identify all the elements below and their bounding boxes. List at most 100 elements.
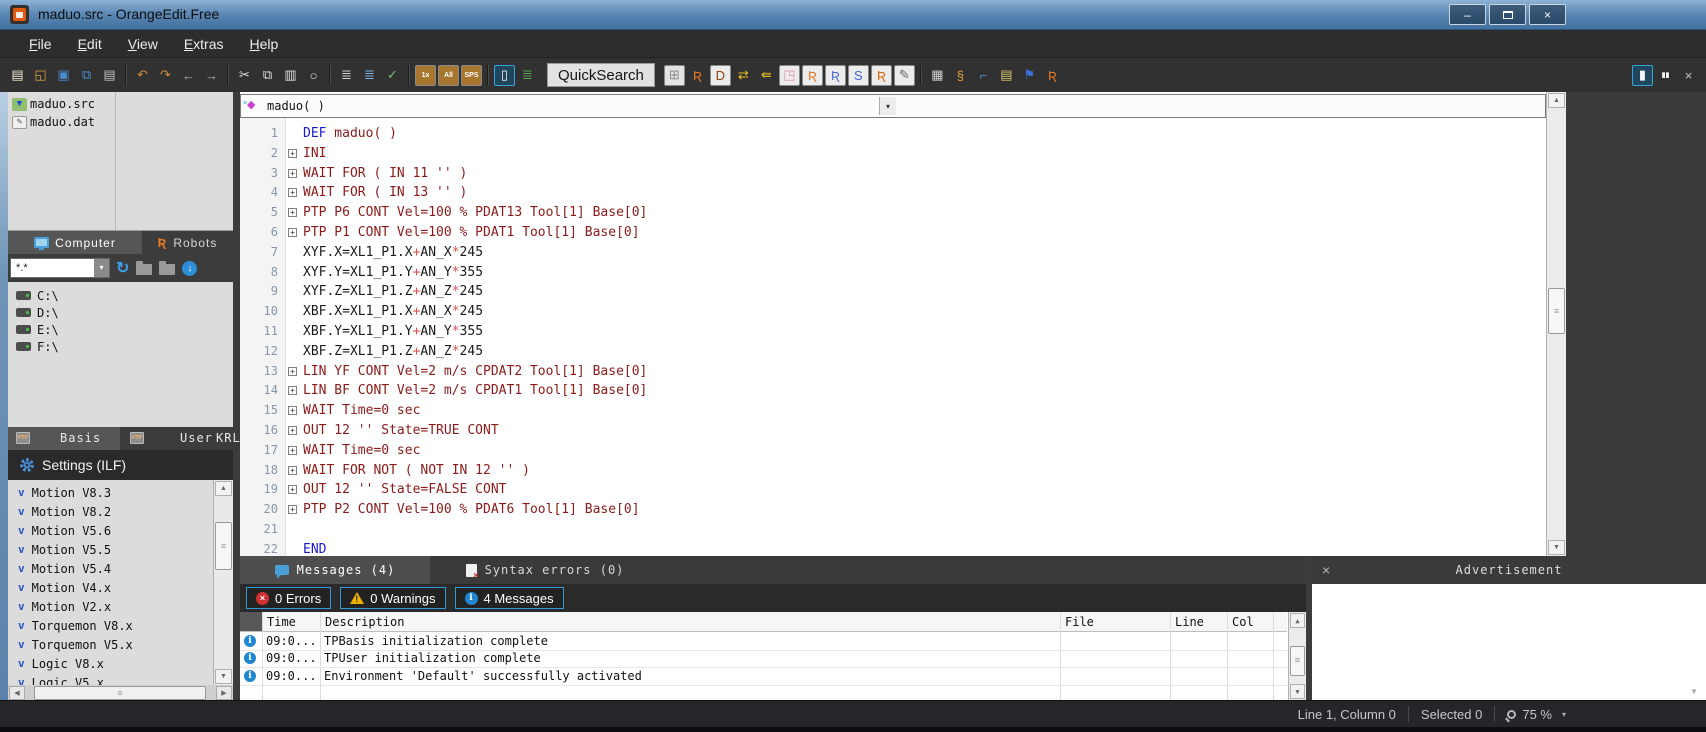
fold-toggle[interactable]: + — [288, 367, 297, 376]
menu-view[interactable]: View — [115, 32, 171, 56]
menu-help[interactable]: Help — [237, 32, 292, 56]
sps-icon[interactable]: SPS — [461, 65, 482, 86]
code-line[interactable]: 14+LIN BF CONT Vel=2 m/s CPDAT1 Tool[1] … — [240, 381, 1546, 401]
redo-icon[interactable]: ↷ — [155, 65, 176, 86]
scrollbar-thumb[interactable]: ≡ — [34, 686, 206, 700]
scroll-down-icon[interactable]: ▼ — [1548, 540, 1565, 555]
code-line[interactable]: 20+PTP P2 CONT Vel=100 % PDAT6 Tool[1] B… — [240, 500, 1546, 520]
refresh-icon[interactable]: ↻ — [116, 258, 129, 278]
fold-toggle[interactable]: + — [288, 169, 297, 178]
fold-toggle[interactable]: + — [288, 426, 297, 435]
code-line[interactable]: 17+WAIT Time=0 sec — [240, 441, 1546, 461]
code-line[interactable]: 4+WAIT FOR ( IN 13 '' ) — [240, 183, 1546, 203]
code-line[interactable]: 12XBF.Z=XL1_P1.Z+AN_Z*245 — [240, 342, 1546, 362]
scroll-down-icon[interactable]: ▼ — [1290, 684, 1305, 699]
scroll-left-icon[interactable]: ◀ — [9, 686, 25, 700]
message-row[interactable]: i09:0...Environment 'Default' successful… — [240, 667, 1287, 685]
navigate-forward-icon[interactable]: → — [201, 65, 222, 86]
minimize-button[interactable]: – — [1449, 4, 1486, 25]
tab-robots[interactable]: Ʀ Robots — [142, 231, 233, 254]
indent-icon[interactable]: ≣ — [336, 65, 357, 86]
scrollbar-thumb[interactable]: ≡ — [215, 522, 232, 570]
download-icon[interactable]: ↓ — [182, 261, 197, 276]
filter-combo[interactable]: *.* ▾ — [10, 258, 110, 278]
errors-filter-button[interactable]: × 0 Errors — [246, 587, 331, 609]
zoom-level[interactable]: 75 % — [1522, 707, 1552, 722]
column-header-file[interactable]: File — [1060, 612, 1170, 632]
robot-doc-green-icon[interactable]: Ʀ — [802, 65, 823, 86]
fold-toggle[interactable]: + — [288, 485, 297, 494]
chevron-down-icon[interactable]: ▾ — [879, 97, 896, 115]
fold-toggle[interactable]: + — [288, 188, 297, 197]
code-line[interactable]: 3+WAIT FOR ( IN 11 '' ) — [240, 164, 1546, 184]
warnings-filter-button[interactable]: ! 0 Warnings — [340, 587, 445, 609]
code-line[interactable]: 6+PTP P1 CONT Vel=100 % PDAT1 Tool[1] Ba… — [240, 223, 1546, 243]
drive-item[interactable]: D:\ — [8, 304, 233, 321]
function-selector[interactable]: ≡ ◆ maduo( ) ▾ — [240, 94, 1546, 118]
module-cube-icon[interactable]: ◳ — [779, 65, 800, 86]
editor-scrollbar[interactable]: ▲ ≡ ▼ — [1546, 92, 1566, 556]
tab-user-label[interactable]: User — [180, 427, 213, 450]
ilf-item[interactable]: vLogic V8.x — [8, 654, 233, 673]
close-ad-icon[interactable]: × — [1322, 556, 1330, 584]
notepad-icon[interactable]: ▤ — [996, 65, 1017, 86]
edit-doc-icon[interactable]: ✎ — [894, 65, 915, 86]
file-item[interactable]: ✎maduo.dat — [8, 113, 233, 131]
scroll-up-icon[interactable]: ▲ — [215, 481, 232, 496]
chevron-down-icon[interactable]: ▾ — [1562, 710, 1566, 719]
calculator-icon[interactable]: ▦ — [927, 65, 948, 86]
robot-jog-icon[interactable]: Ʀ — [687, 65, 708, 86]
code-line[interactable]: 13+LIN YF CONT Vel=2 m/s CPDAT2 Tool[1] … — [240, 362, 1546, 382]
code-line[interactable]: 10XBF.X=XL1_P1.X+AN_X*245 — [240, 302, 1546, 322]
code-area[interactable]: 1DEF maduo( )2+INI3+WAIT FOR ( IN 11 '' … — [240, 118, 1546, 556]
scroll-up-icon[interactable]: ▲ — [1548, 93, 1565, 108]
robot-tools-icon[interactable]: Ʀ — [1042, 65, 1063, 86]
column-header-description[interactable]: Description — [320, 612, 1060, 632]
ilf-item[interactable]: vTorquemon V8.x — [8, 616, 233, 635]
fold-1x-icon[interactable]: 1x — [415, 65, 436, 86]
syntax-check-icon[interactable]: ✓ — [382, 65, 403, 86]
fold-toggle[interactable]: + — [288, 466, 297, 475]
find-icon[interactable]: ○ — [303, 65, 324, 86]
scrollbar-thumb[interactable]: ≡ — [1548, 288, 1565, 334]
save-all-icon[interactable]: ⧉ — [76, 65, 97, 86]
ilf-item[interactable]: vMotion V4.x — [8, 578, 233, 597]
quicksearch-box[interactable]: QuickSearch — [547, 63, 655, 87]
ilf-hscrollbar[interactable]: ◀ ≡ ▶ — [8, 685, 233, 701]
code-line[interactable]: 21 — [240, 520, 1546, 540]
new-folder-icon[interactable] — [136, 264, 152, 275]
copy-icon[interactable]: ⧉ — [257, 65, 278, 86]
certificate-icon[interactable]: § — [950, 65, 971, 86]
code-line[interactable]: 19+OUT 12 '' State=FALSE CONT — [240, 480, 1546, 500]
scroll-right-icon[interactable]: ▶ — [216, 686, 232, 700]
table-scrollbar[interactable]: ▲ ≡ ▼ — [1288, 612, 1306, 700]
menu-extras[interactable]: Extras — [171, 32, 237, 56]
column-header-time[interactable]: Time — [262, 612, 320, 632]
close-toolbar-icon[interactable]: × — [1678, 65, 1699, 86]
tab-computer[interactable]: Computer — [8, 231, 142, 254]
ilf-item[interactable]: vTorquemon V5.x — [8, 635, 233, 654]
wrench-icon[interactable]: ⌐ — [973, 65, 994, 86]
ilf-item[interactable]: vMotion V8.3 — [8, 483, 233, 502]
cut-icon[interactable]: ✂ — [234, 65, 255, 86]
code-line[interactable]: 18+WAIT FOR NOT ( NOT IN 12 '' ) — [240, 461, 1546, 481]
scroll-down-icon[interactable]: ▼ — [1690, 687, 1698, 696]
ilf-item[interactable]: vLogic V5.x — [8, 673, 233, 685]
drive-item[interactable]: E:\ — [8, 321, 233, 338]
code-line[interactable]: 15+WAIT Time=0 sec — [240, 401, 1546, 421]
ilf-item[interactable]: vMotion V5.6 — [8, 521, 233, 540]
ilf-item[interactable]: vMotion V8.2 — [8, 502, 233, 521]
sidebar-splitter[interactable] — [233, 92, 240, 700]
sync-forms-icon[interactable]: ⇄ — [733, 65, 754, 86]
new-file-icon[interactable]: ▤ — [7, 65, 28, 86]
scroll-up-icon[interactable]: ▲ — [1290, 613, 1305, 628]
ptp-form-icon[interactable]: ⊞ — [664, 65, 685, 86]
fold-all-icon[interactable]: All — [438, 65, 459, 86]
ilf-item[interactable]: vMotion V5.5 — [8, 540, 233, 559]
fold-toggle[interactable]: + — [288, 149, 297, 158]
scroll-down-icon[interactable]: ▼ — [215, 669, 232, 684]
tab-basis-label[interactable]: Basis — [60, 427, 101, 450]
ilf-item[interactable]: vMotion V2.x — [8, 597, 233, 616]
undo-icon[interactable]: ↶ — [132, 65, 153, 86]
ilf-item[interactable]: vMotion V5.4 — [8, 559, 233, 578]
